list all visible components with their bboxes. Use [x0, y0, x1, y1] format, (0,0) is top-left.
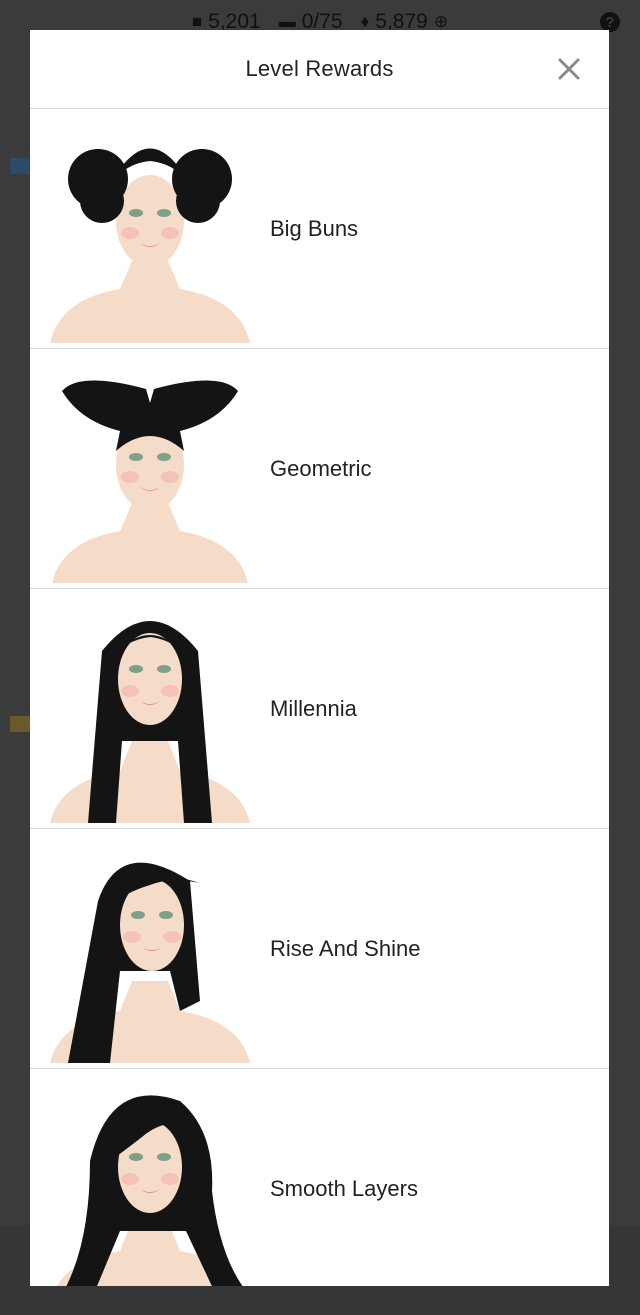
help-icon: ?: [600, 12, 620, 32]
close-button[interactable]: [557, 57, 581, 81]
reward-name: Smooth Layers: [270, 1175, 418, 1201]
millennia-avatar: [50, 601, 250, 826]
big-buns-avatar: [50, 121, 250, 346]
diamond-icon: ♦: [360, 12, 370, 31]
reward-list: Big Buns Geometric Millennia Rise And Sh…: [30, 109, 609, 1286]
reward-name: Rise And Shine: [270, 935, 421, 961]
background-badge: [10, 716, 30, 732]
ticket-icon: ▬: [278, 12, 296, 31]
reward-item: Big Buns: [30, 109, 609, 349]
close-icon: [558, 58, 580, 80]
reward-item: Rise And Shine: [30, 829, 609, 1069]
smooth-layers-avatar: [50, 1081, 250, 1286]
geometric-avatar: [50, 361, 250, 586]
reward-item: Geometric: [30, 349, 609, 589]
add-diamonds-icon: ⊕: [433, 12, 449, 31]
modal-title: Level Rewards: [245, 56, 394, 81]
level-rewards-modal: Level Rewards Big Buns Geometric Millenn…: [30, 30, 609, 1286]
modal-header: Level Rewards: [30, 30, 609, 109]
background-badge: [10, 158, 30, 174]
cash-icon: ■: [191, 12, 203, 31]
reward-name: Big Buns: [270, 215, 359, 241]
rise-and-shine-avatar: [50, 841, 250, 1066]
reward-name: Millennia: [270, 695, 357, 721]
reward-item: Millennia: [30, 589, 609, 829]
reward-name: Geometric: [270, 455, 372, 481]
reward-item: Smooth Layers: [30, 1069, 609, 1286]
